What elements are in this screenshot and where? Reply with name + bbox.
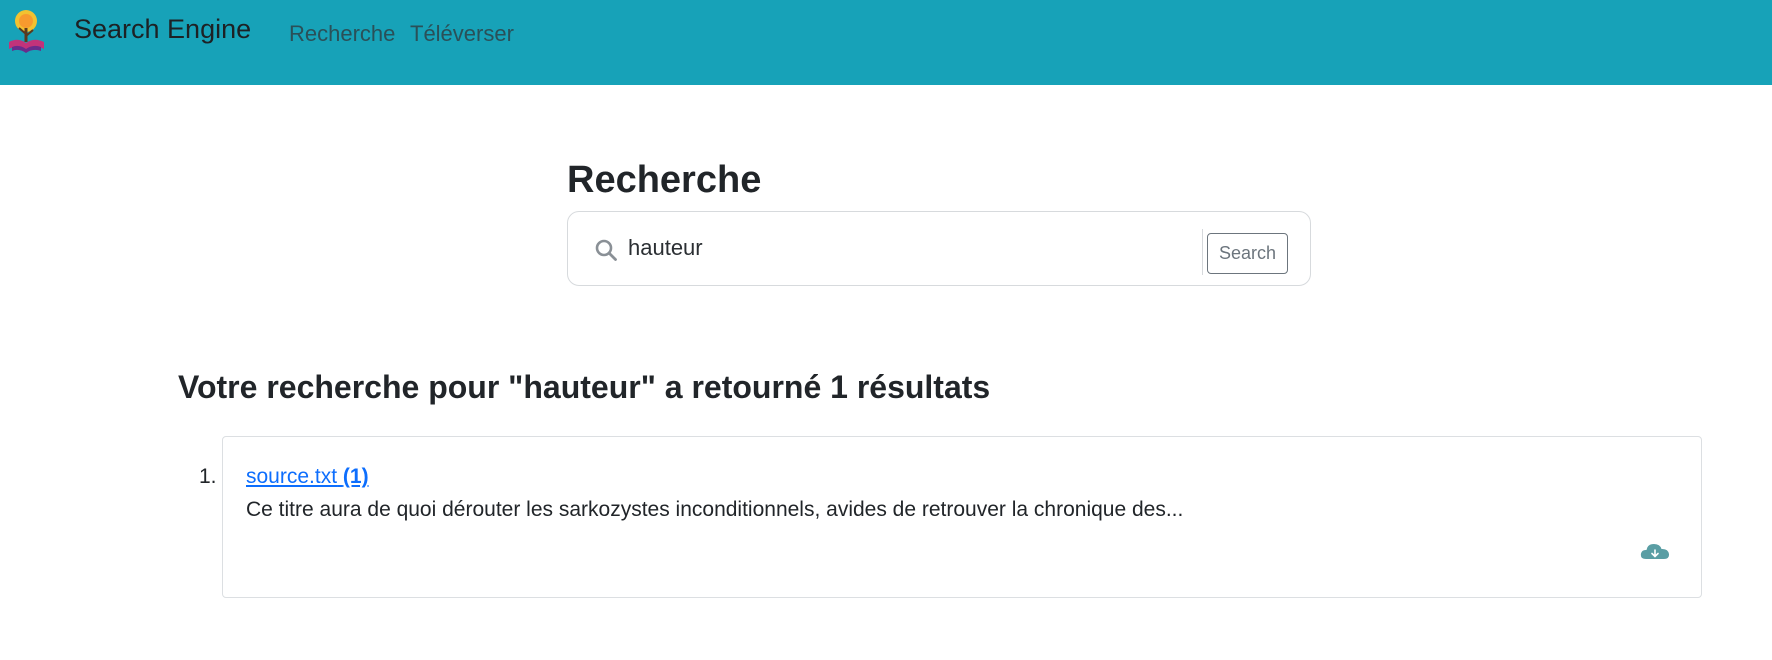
result-match-count[interactable]: (1) xyxy=(343,465,369,488)
search-box: Search xyxy=(567,211,1311,286)
result-number: 1. xyxy=(199,465,217,488)
brand-logo-icon[interactable] xyxy=(4,6,52,56)
search-icon xyxy=(594,238,618,262)
result-filename[interactable]: source.txt xyxy=(246,465,337,488)
page-title: Recherche xyxy=(567,159,762,201)
cloud-download-icon[interactable] xyxy=(1639,541,1671,563)
nav-link-recherche[interactable]: Recherche xyxy=(289,20,395,48)
result-file-link[interactable]: source.txt (1) xyxy=(246,464,369,490)
top-navbar: Search Engine Recherche Téléverser xyxy=(0,0,1772,85)
search-input[interactable] xyxy=(628,230,1158,266)
result-card: source.txt (1) Ce titre aura de quoi dér… xyxy=(222,436,1702,598)
search-button[interactable]: Search xyxy=(1207,233,1288,274)
brand-name[interactable]: Search Engine xyxy=(74,12,251,46)
result-snippet: Ce titre aura de quoi dérouter les sarko… xyxy=(246,498,1184,521)
search-divider xyxy=(1202,229,1203,275)
nav-link-televerser[interactable]: Téléverser xyxy=(410,20,514,48)
results-heading: Votre recherche pour "hauteur" a retourn… xyxy=(178,369,991,405)
